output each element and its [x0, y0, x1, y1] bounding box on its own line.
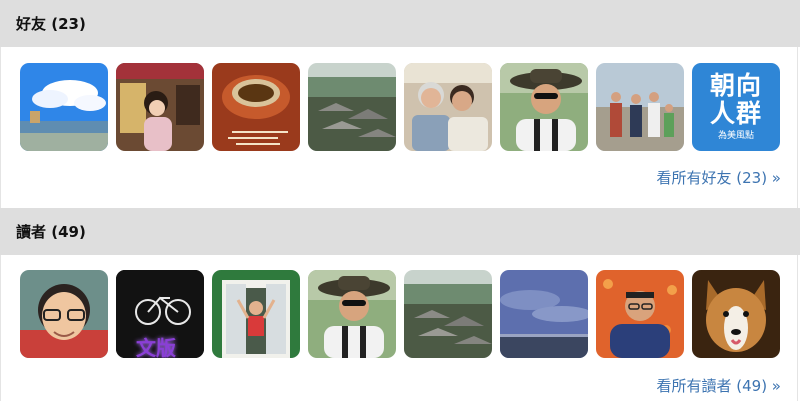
friend-avatar-6[interactable]: [500, 63, 588, 151]
friends-avatar-list: 朝向 人群 為美風點: [20, 63, 788, 151]
friend-avatar-1[interactable]: [20, 63, 108, 151]
photo-tea-cup-icon: [212, 63, 300, 151]
readers-avatar-list: 文版: [20, 270, 788, 358]
friend-avatar-4[interactable]: [308, 63, 396, 151]
reader-avatar-1[interactable]: [20, 270, 108, 358]
readers-section: 文版 看所有讀者 (49) »: [0, 255, 798, 401]
photo-woman-window-icon: [212, 270, 300, 358]
friend-avatar-7[interactable]: [596, 63, 684, 151]
friends-section: 朝向 人群 為美風點 看所有好友 (23) »: [0, 47, 798, 208]
logo-subtext: 為美風點: [717, 131, 754, 141]
photo-man-hat-sunglasses-icon: [500, 63, 588, 151]
logo-text-icon: 朝向 人群 為美風點: [692, 63, 780, 151]
friends-title: 好友: [16, 15, 47, 33]
photo-collie-dog-icon: [692, 270, 780, 358]
reader-avatar-7[interactable]: [596, 270, 684, 358]
reader-avatar-6[interactable]: [500, 270, 588, 358]
friend-avatar-8[interactable]: 朝向 人群 為美風點: [692, 63, 780, 151]
reader-avatar-5[interactable]: [404, 270, 492, 358]
reader-avatar-8[interactable]: [692, 270, 780, 358]
see-all-friends-link[interactable]: 看所有好友 (23) »: [656, 167, 781, 188]
reader-avatar-2[interactable]: 文版: [116, 270, 204, 358]
readers-count: (49): [51, 222, 86, 241]
neon-sign-text: 文版: [136, 336, 176, 358]
readers-section-header: 讀者 (49): [0, 208, 800, 255]
see-all-readers-link[interactable]: 看所有讀者 (49) »: [656, 375, 781, 396]
photo-village-rooftops-icon: [308, 63, 396, 151]
photo-village-rooftops-icon: [404, 270, 492, 358]
photo-boy-glasses-icon: [20, 270, 108, 358]
photo-cloudy-sky-icon: [500, 270, 588, 358]
logo-line-1: 朝向: [709, 71, 762, 100]
friend-avatar-5[interactable]: [404, 63, 492, 151]
photo-girl-cafe-icon: [116, 63, 204, 151]
friend-avatar-2[interactable]: [116, 63, 204, 151]
photo-man-flowers-icon: [596, 270, 684, 358]
photo-sky-landscape-icon: [20, 63, 108, 151]
logo-line-2: 人群: [709, 99, 762, 128]
friend-avatar-3[interactable]: [212, 63, 300, 151]
photo-man-hat-sunglasses-icon: [308, 270, 396, 358]
photo-family-beach-icon: [596, 63, 684, 151]
friends-section-header: 好友 (23): [0, 0, 800, 47]
readers-title: 讀者: [16, 223, 47, 241]
reader-avatar-4[interactable]: [308, 270, 396, 358]
reader-avatar-3[interactable]: [212, 270, 300, 358]
photo-elderly-couple-icon: [404, 63, 492, 151]
friends-count: (23): [51, 14, 86, 33]
